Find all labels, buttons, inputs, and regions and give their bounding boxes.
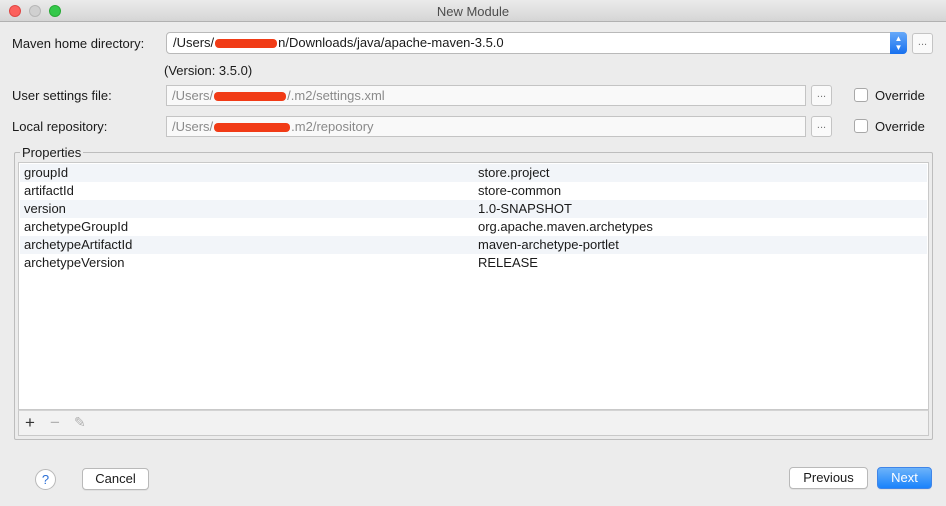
window-title: New Module — [436, 4, 510, 19]
property-key: archetypeVersion — [24, 255, 125, 270]
maven-home-browse-button[interactable]: ... — [912, 33, 933, 54]
table-row[interactable]: groupId store.project — [20, 164, 927, 182]
table-row[interactable]: archetypeArtifactId maven-archetype-port… — [20, 236, 927, 254]
table-row[interactable]: version 1.0-SNAPSHOT — [20, 200, 927, 218]
user-settings-override-checkbox[interactable] — [854, 88, 868, 102]
local-repo-suffix: .m2/repository — [291, 119, 374, 134]
property-key: archetypeArtifactId — [24, 237, 133, 252]
redaction-mark — [214, 92, 287, 102]
local-repo-browse-button[interactable]: ... — [811, 116, 832, 137]
maven-home-combo[interactable]: /Users/n/Downloads/java/apache-maven-3.5… — [166, 32, 907, 54]
property-key: archetypeGroupId — [24, 219, 129, 234]
properties-table: groupId store.project artifactId store-c… — [18, 162, 929, 410]
property-key: version — [24, 201, 66, 216]
cancel-button[interactable]: Cancel — [82, 468, 149, 490]
user-settings-prefix: /Users/ — [172, 88, 214, 103]
table-row[interactable]: artifactId store-common — [20, 182, 927, 200]
title-bar: New Module — [0, 0, 946, 22]
property-value: org.apache.maven.archetypes — [478, 219, 653, 234]
chevron-updown-icon[interactable]: ▲ ▼ — [890, 32, 907, 54]
property-value: maven-archetype-portlet — [478, 237, 619, 252]
table-row[interactable]: archetypeGroupId org.apache.maven.archet… — [20, 218, 927, 236]
maven-home-label: Maven home directory: — [12, 36, 145, 51]
property-key: artifactId — [24, 183, 74, 198]
property-value: store-common — [478, 183, 562, 198]
local-repo-label: Local repository: — [12, 119, 108, 134]
property-key: groupId — [24, 165, 69, 180]
user-settings-suffix: /.m2/settings.xml — [287, 88, 385, 103]
help-button[interactable]: ? — [35, 469, 56, 490]
properties-toolbar: + − ✎ — [18, 410, 929, 436]
add-icon[interactable]: + — [25, 414, 35, 431]
local-repo-prefix: /Users/ — [172, 119, 214, 134]
table-row[interactable]: archetypeVersion RELEASE — [20, 254, 927, 272]
previous-button[interactable]: Previous — [789, 467, 868, 489]
remove-icon[interactable]: − — [50, 414, 60, 431]
user-settings-field[interactable]: /Users/ /.m2/settings.xml — [166, 85, 806, 106]
local-repo-field[interactable]: /Users/ .m2/repository — [166, 116, 806, 137]
user-settings-label: User settings file: — [12, 88, 112, 103]
user-settings-browse-button[interactable]: ... — [811, 85, 832, 106]
maven-home-prefix: /Users/ — [173, 35, 215, 50]
redaction-mark — [214, 123, 291, 133]
property-value: store.project — [478, 165, 550, 180]
maven-version-text: (Version: 3.5.0) — [164, 63, 253, 78]
local-repo-override-checkbox[interactable] — [854, 119, 868, 133]
redaction-mark — [215, 39, 278, 49]
property-value: 1.0-SNAPSHOT — [478, 201, 572, 216]
next-button[interactable]: Next — [877, 467, 932, 489]
properties-title: Properties — [20, 145, 84, 160]
user-settings-override-label: Override — [875, 88, 925, 103]
maven-home-suffix: n/Downloads/java/apache-maven-3.5.0 — [278, 35, 504, 50]
property-value: RELEASE — [478, 255, 538, 270]
edit-icon[interactable]: ✎ — [74, 414, 86, 431]
local-repo-override-label: Override — [875, 119, 925, 134]
